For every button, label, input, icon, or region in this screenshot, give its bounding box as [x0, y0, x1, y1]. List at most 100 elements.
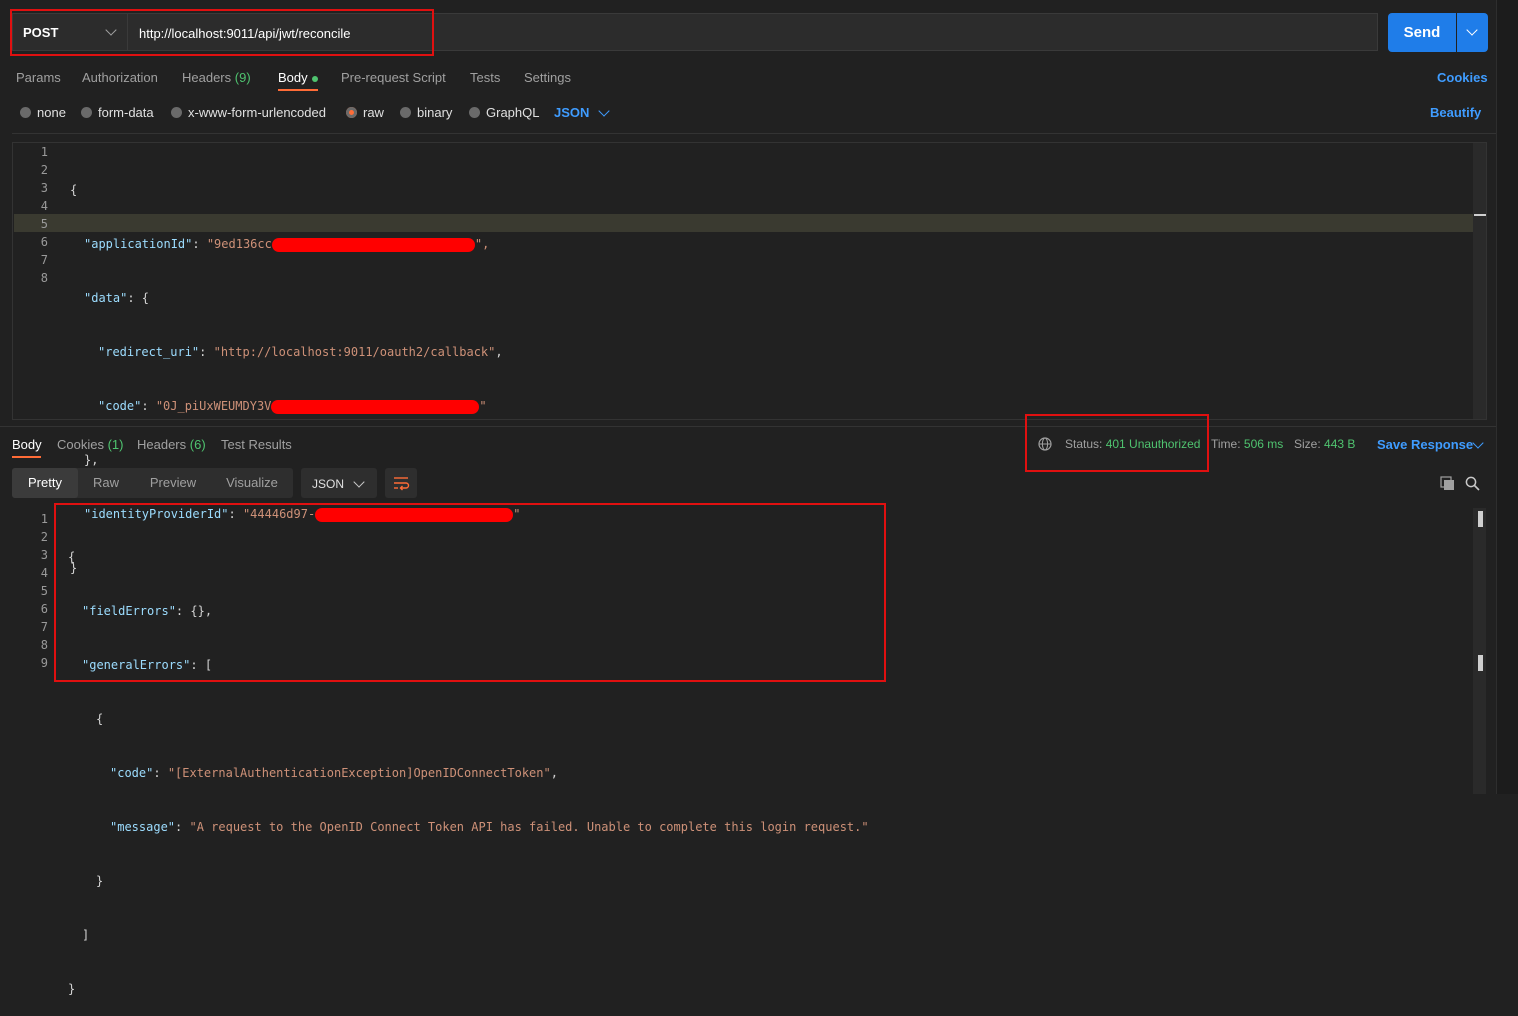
modified-dot-icon: [311, 75, 318, 82]
scroll-thumb[interactable]: [1474, 214, 1486, 216]
response-tab-cookies-count: (1): [107, 437, 124, 452]
tab-params[interactable]: Params: [16, 70, 61, 85]
radio-form-data-label: form-data: [98, 105, 154, 120]
radio-graphql[interactable]: [469, 107, 480, 118]
tab-headers[interactable]: Headers (9): [182, 70, 251, 85]
response-tab-cookies[interactable]: Cookies (1): [57, 437, 123, 452]
send-button[interactable]: Send: [1388, 13, 1456, 52]
tab-settings[interactable]: Settings: [524, 70, 571, 85]
code-token: {: [70, 183, 78, 197]
wrap-lines-button[interactable]: [385, 468, 417, 498]
wrap-lines-icon: [394, 477, 410, 491]
radio-raw-label: raw: [363, 105, 384, 120]
beautify-button[interactable]: Beautify: [1430, 105, 1481, 120]
radio-urlencoded-label: x-www-form-urlencoded: [188, 105, 326, 120]
response-highlight-box: [54, 503, 886, 682]
response-format-label: JSON: [312, 477, 345, 491]
size-readout[interactable]: Size: 443 B: [1294, 437, 1355, 451]
tab-headers-label: Headers: [182, 70, 232, 85]
send-options-button[interactable]: [1457, 13, 1488, 52]
line-number: 4: [40, 566, 48, 580]
response-format-select[interactable]: JSON: [301, 468, 377, 498]
response-divider: [0, 426, 1496, 427]
scroll-thumb[interactable]: [1478, 511, 1483, 527]
line-number: 7: [40, 620, 48, 634]
time-readout[interactable]: Time: 506 ms: [1211, 437, 1283, 451]
code-value: "[ExternalAuthenticationException]OpenID…: [167, 766, 551, 780]
radio-graphql-label: GraphQL: [486, 105, 540, 120]
code-token: }: [96, 874, 104, 888]
response-tab-headers-count: (6): [189, 437, 206, 452]
code-value: "9ed136cc: [206, 237, 272, 251]
copy-icon[interactable]: [1440, 476, 1455, 491]
radio-none-label: none: [37, 105, 66, 120]
code-value: "A request to the OpenID Connect Token A…: [189, 820, 869, 834]
response-active-tab-indicator: [12, 456, 41, 458]
url-highlight-box: [10, 9, 434, 56]
radio-urlencoded[interactable]: [171, 107, 182, 118]
line-number: 3: [40, 548, 48, 562]
tab-body[interactable]: Body: [278, 70, 318, 85]
tab-body-label: Body: [278, 70, 308, 85]
request-line-numbers: 1 2 3 4 5 6 7 8: [28, 145, 48, 289]
line-number: 9: [40, 656, 48, 670]
scroll-thumb[interactable]: [1478, 655, 1483, 671]
time-label: Time:: [1211, 437, 1241, 451]
section-divider: [12, 133, 1496, 134]
view-raw-button[interactable]: Raw: [78, 468, 134, 498]
tab-tests[interactable]: Tests: [470, 70, 500, 85]
editor-scrollbar[interactable]: [1473, 143, 1486, 419]
response-line-numbers: 1 2 3 4 5 6 7 8 9: [28, 512, 48, 674]
line-number: 5: [40, 584, 48, 598]
cookies-link[interactable]: Cookies: [1437, 70, 1488, 85]
code-key: "message": [110, 820, 176, 834]
line-number: 1: [40, 512, 48, 526]
time-value: 506 ms: [1243, 437, 1284, 451]
code-key: "code": [98, 399, 142, 413]
radio-raw[interactable]: [346, 107, 357, 118]
line-number: 1: [40, 145, 48, 159]
tab-authorization[interactable]: Authorization: [82, 70, 158, 85]
save-response-button[interactable]: Save Response: [1377, 437, 1473, 452]
line-number: 7: [40, 253, 48, 267]
chevron-down-icon: [1466, 24, 1478, 36]
response-tab-cookies-label: Cookies: [57, 437, 104, 452]
code-token: }: [68, 982, 76, 996]
code-key: "applicationId": [84, 237, 193, 251]
search-icon[interactable]: [1465, 476, 1480, 491]
line-number: 4: [40, 199, 48, 213]
radio-none[interactable]: [20, 107, 31, 118]
code-key: "data": [84, 291, 128, 305]
right-sidebar-strip: [1496, 0, 1518, 794]
code-key: "code": [110, 766, 154, 780]
redaction-mark: [271, 399, 480, 414]
code-value: "0J_piUxWEUMDY3V: [155, 399, 272, 413]
line-number: 2: [40, 530, 48, 544]
response-tab-body[interactable]: Body: [12, 437, 42, 452]
status-highlight-box: [1025, 414, 1209, 472]
response-tab-headers-label: Headers: [137, 437, 187, 452]
radio-binary-label: binary: [417, 105, 453, 120]
response-scrollbar[interactable]: [1473, 508, 1486, 794]
view-visualize-button[interactable]: Visualize: [216, 468, 288, 498]
radio-form-data[interactable]: [81, 107, 92, 118]
response-tab-test-results[interactable]: Test Results: [221, 437, 292, 452]
code-key: "redirect_uri": [98, 345, 200, 359]
line-number: 5: [40, 217, 48, 231]
active-tab-indicator: [278, 89, 318, 91]
size-label: Size:: [1294, 437, 1321, 451]
view-pretty-button[interactable]: Pretty: [12, 468, 78, 498]
chevron-down-icon: [353, 476, 365, 488]
tab-headers-count: (9): [234, 70, 251, 85]
line-number: 2: [40, 163, 48, 177]
line-number: 3: [40, 181, 48, 195]
chevron-down-icon: [598, 105, 610, 117]
tab-prerequest-script[interactable]: Pre-request Script: [341, 70, 446, 85]
line-number: 6: [40, 235, 48, 249]
line-number: 6: [40, 602, 48, 616]
code-token: {: [96, 712, 104, 726]
view-preview-button[interactable]: Preview: [140, 468, 206, 498]
response-tab-headers[interactable]: Headers (6): [137, 437, 206, 452]
radio-binary[interactable]: [400, 107, 411, 118]
body-format-select[interactable]: JSON: [554, 105, 589, 120]
